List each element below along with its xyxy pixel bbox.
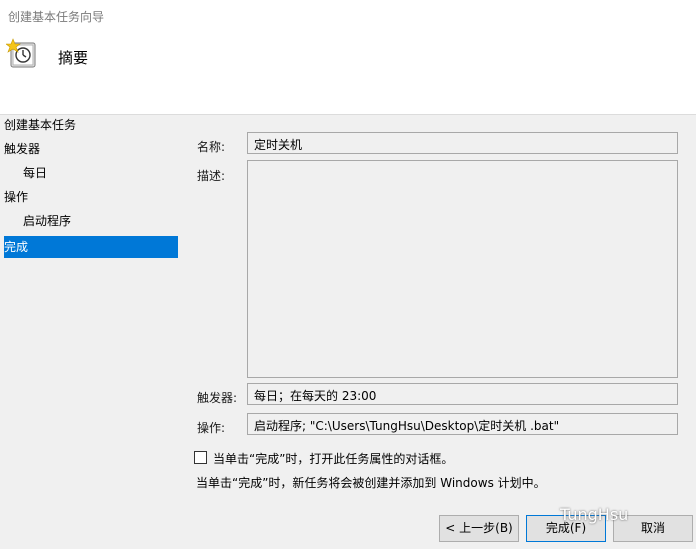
finish-note: 当单击“完成”时，新任务将会被创建并添加到 Windows 计划中。 (196, 476, 546, 490)
trigger-label: 触发器: (197, 391, 238, 405)
open-properties-checkbox-label[interactable]: 当单击“完成”时，打开此任务属性的对话框。 (213, 450, 453, 467)
open-properties-checkbox[interactable] (194, 451, 207, 464)
nav-step-action[interactable]: 操作 (4, 186, 178, 208)
nav-step-start-program[interactable]: 启动程序 (4, 210, 178, 232)
back-button[interactable]: < 上一步(B) (439, 515, 519, 542)
trigger-field[interactable]: 每日；在每天的 23:00 (247, 383, 678, 405)
window-title: 创建基本任务向导 (8, 10, 105, 24)
wizard-header: 摘要 (0, 30, 696, 115)
action-field[interactable]: 启动程序; "C:\Users\TungHsu\Desktop\定时关机 .ba… (247, 413, 678, 435)
name-label: 名称: (197, 140, 226, 154)
nav-step-finish[interactable]: 完成 (4, 236, 178, 258)
title-bar: 创建基本任务向导 (0, 0, 696, 30)
name-field[interactable]: 定时关机 (247, 132, 678, 154)
description-label: 描述: (197, 169, 226, 183)
task-clock-icon (5, 38, 40, 72)
nav-step-trigger[interactable]: 触发器 (4, 138, 178, 160)
wizard-steps-nav: 创建基本任务 触发器 每日 操作 启动程序 完成 (0, 114, 180, 549)
page-title: 摘要 (58, 49, 89, 67)
nav-step-create-basic-task[interactable]: 创建基本任务 (4, 114, 178, 136)
watermark-text: TungHsu (560, 505, 629, 524)
action-label: 操作: (197, 421, 226, 435)
nav-step-daily[interactable]: 每日 (4, 162, 178, 184)
description-field[interactable] (247, 160, 678, 378)
